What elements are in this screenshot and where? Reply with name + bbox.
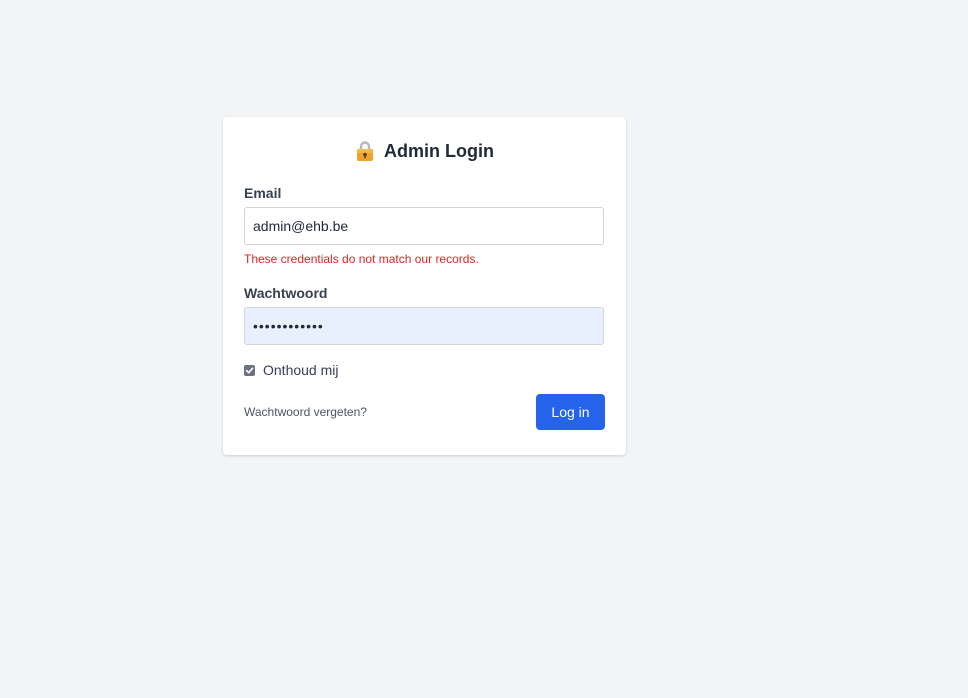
forgot-password-link[interactable]: Wachtwoord vergeten?	[244, 405, 367, 419]
email-error-message: These credentials do not match our recor…	[244, 252, 479, 266]
remember-me-label: Onthoud mij	[263, 362, 339, 378]
email-label: Email	[244, 185, 282, 201]
remember-me-checkbox[interactable]	[244, 364, 255, 376]
checkmark-icon	[245, 367, 254, 373]
login-button[interactable]: Log in	[536, 394, 605, 430]
password-label: Wachtwoord	[244, 285, 328, 301]
lock-icon	[355, 140, 375, 162]
password-field[interactable]	[244, 307, 604, 345]
login-card: Admin Login Email These credentials do n…	[223, 117, 626, 455]
email-field[interactable]	[244, 207, 604, 245]
remember-me-row: Onthoud mij	[244, 361, 605, 379]
form-actions: Wachtwoord vergeten? Log in	[244, 394, 605, 430]
page-title: Admin Login	[384, 140, 494, 161]
login-header: Admin Login	[244, 139, 605, 163]
